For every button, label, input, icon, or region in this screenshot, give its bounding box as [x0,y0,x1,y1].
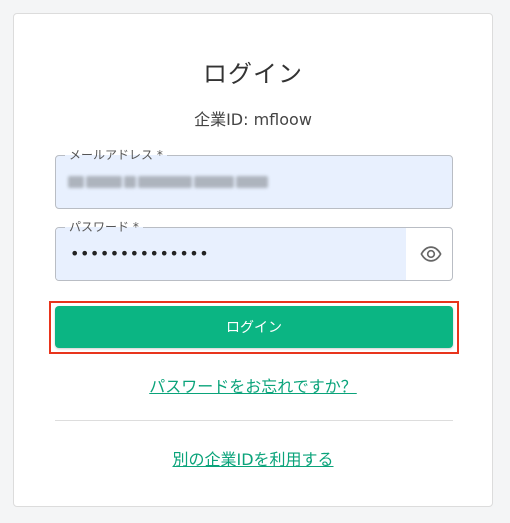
company-id-text: 企業ID: mfloow [194,110,312,129]
password-field-label: パスワード * [65,219,143,235]
login-button[interactable]: ログイン [55,306,453,348]
use-other-company-id-link[interactable]: 別の企業IDを利用する [14,446,492,470]
email-field[interactable]: メールアドレス * [55,147,453,209]
page-title: ログイン [203,60,303,88]
email-field-label: メールアドレス * [65,147,167,163]
email-value-redacted [68,174,272,190]
password-value: •••••••••••••• [70,244,210,263]
login-card: ログイン 企業ID: mfloow メールアドレス * パスワード * ••••… [13,13,493,507]
divider [55,420,453,421]
forgot-password-link[interactable]: パスワードをお忘れですか？ [14,373,492,397]
password-field[interactable]: パスワード * •••••••••••••• [55,219,453,281]
eye-icon[interactable] [418,241,444,267]
